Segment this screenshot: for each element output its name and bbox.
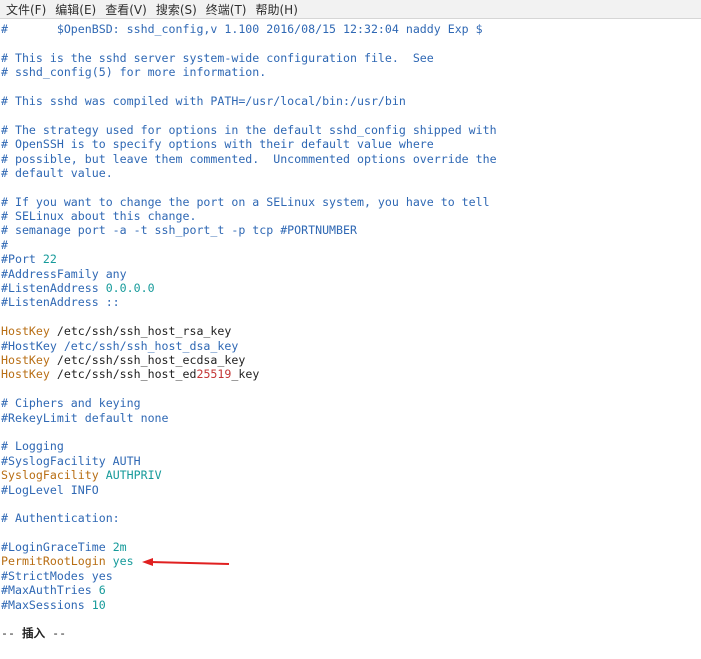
text-line: #StrictModes yes xyxy=(1,569,701,583)
text-line: #ListenAddress :: xyxy=(1,295,701,309)
text-line: #HostKey /etc/ssh/ssh_host_dsa_key xyxy=(1,339,701,353)
text-line: #MaxAuthTries 6 xyxy=(1,583,701,597)
text-segment: yes xyxy=(105,554,134,569)
text-segment: 0.0.0.0 xyxy=(105,281,155,296)
menu-file[interactable]: 文件(F) xyxy=(6,1,46,18)
text-line: #Port 22 xyxy=(1,252,701,266)
text-segment: -- xyxy=(1,626,22,641)
menu-bar: 文件(F) 编辑(E) 查看(V) 搜索(S) 终端(T) 帮助(H) xyxy=(0,0,701,19)
text-line: -- 插入 -- xyxy=(1,626,701,640)
text-segment: 25519 xyxy=(196,367,232,382)
text-line: #ListenAddress 0.0.0.0 xyxy=(1,281,701,295)
text-line: # $OpenBSD: sshd_config,v 1.100 2016/08/… xyxy=(1,22,701,36)
text-segment: #MaxAuthTries xyxy=(1,583,99,598)
text-segment: -- xyxy=(45,626,67,641)
menu-terminal[interactable]: 终端(T) xyxy=(206,1,247,18)
text-segment: # SELinux about this change. xyxy=(1,209,197,224)
text-segment: /etc/ssh/ssh_host_rsa_key xyxy=(49,324,232,339)
text-segment: #SyslogFacility AUTH xyxy=(1,453,141,468)
text-line: # sshd_config(5) for more information. xyxy=(1,65,701,79)
text-line: # Logging xyxy=(1,439,701,453)
text-segment: # $OpenBSD: sshd_config,v 1.100 2016/08/… xyxy=(1,22,483,36)
text-line: # The strategy used for options in the d… xyxy=(1,123,701,137)
empty-line xyxy=(1,80,701,94)
text-line: # default value. xyxy=(1,166,701,180)
text-segment: # sshd_config(5) for more information. xyxy=(1,65,267,80)
text-line: # This is the sshd server system-wide co… xyxy=(1,51,701,65)
text-line: # SELinux about this change. xyxy=(1,209,701,223)
empty-line xyxy=(1,526,701,540)
text-line: # xyxy=(1,238,701,252)
text-line: #AddressFamily any xyxy=(1,267,701,281)
text-segment: /etc/ssh/ssh_host_ecdsa_key xyxy=(49,352,246,367)
menu-search[interactable]: 搜索(S) xyxy=(156,1,197,18)
text-segment: # If you want to change the port on a SE… xyxy=(1,194,490,209)
text-segment: # semanage port -a -t ssh_port_t -p tcp … xyxy=(1,223,357,238)
text-segment: AUTHPRIV xyxy=(98,468,162,483)
text-segment: # possible, but leave them commented. Un… xyxy=(1,151,497,166)
text-line: # possible, but leave them commented. Un… xyxy=(1,152,701,166)
text-line: #MaxSessions 10 xyxy=(1,598,701,612)
text-segment: PermitRootLogin xyxy=(1,554,106,569)
empty-line xyxy=(1,180,701,194)
empty-line xyxy=(1,497,701,511)
text-segment: #LogLevel INFO xyxy=(1,482,99,497)
empty-line xyxy=(1,425,701,439)
text-segment: # xyxy=(1,237,8,252)
menu-edit[interactable]: 编辑(E) xyxy=(55,1,96,18)
text-segment: # Authentication: xyxy=(1,511,120,526)
text-segment: 10 xyxy=(91,597,106,612)
empty-line xyxy=(1,36,701,50)
text-segment: #AddressFamily any xyxy=(1,266,127,281)
text-line: #LoginGraceTime 2m xyxy=(1,540,701,554)
text-line: # semanage port -a -t ssh_port_t -p tcp … xyxy=(1,223,701,237)
text-segment: #LoginGraceTime xyxy=(1,540,113,555)
text-segment: #StrictModes yes xyxy=(1,568,113,583)
text-line: HostKey /etc/ssh/ssh_host_rsa_key xyxy=(1,324,701,338)
text-line: # Authentication: xyxy=(1,511,701,525)
text-segment: #ListenAddress :: xyxy=(1,295,120,310)
text-segment: # OpenSSH is to specify options with the… xyxy=(1,137,434,152)
menu-view[interactable]: 查看(V) xyxy=(105,1,147,18)
text-line: SyslogFacility AUTHPRIV xyxy=(1,468,701,482)
text-segment: # This sshd was compiled with PATH=/usr/… xyxy=(1,93,406,108)
text-segment: 6 xyxy=(98,583,106,598)
empty-line xyxy=(1,612,701,626)
terminal-editor[interactable]: # $OpenBSD: sshd_config,v 1.100 2016/08/… xyxy=(0,19,701,641)
text-line: PermitRootLogin yes xyxy=(1,554,701,568)
file-content: # $OpenBSD: sshd_config,v 1.100 2016/08/… xyxy=(1,22,701,641)
text-segment: HostKey xyxy=(1,324,50,339)
text-segment: _key xyxy=(231,367,260,382)
text-segment: HostKey xyxy=(1,352,50,367)
text-segment: #RekeyLimit default none xyxy=(1,410,169,425)
text-line: # OpenSSH is to specify options with the… xyxy=(1,137,701,151)
empty-line xyxy=(1,108,701,122)
text-segment: /etc/ssh/ssh_host_ed xyxy=(49,367,197,382)
text-segment: # Logging xyxy=(1,439,64,454)
text-line: #LogLevel INFO xyxy=(1,483,701,497)
text-segment: 2m xyxy=(112,540,127,555)
text-segment: #MaxSessions xyxy=(1,597,92,612)
text-line: HostKey /etc/ssh/ssh_host_ed25519_key xyxy=(1,367,701,381)
text-line: #RekeyLimit default none xyxy=(1,411,701,425)
text-segment: 插入 xyxy=(21,626,46,641)
text-segment: SyslogFacility xyxy=(1,468,99,483)
text-segment: #Port xyxy=(1,252,43,267)
text-segment: #HostKey /etc/ssh/ssh_host_dsa_key xyxy=(1,338,239,353)
text-segment: # default value. xyxy=(1,165,113,180)
menu-help[interactable]: 帮助(H) xyxy=(256,1,298,18)
empty-line xyxy=(1,310,701,324)
text-segment: # The strategy used for options in the d… xyxy=(1,122,497,137)
text-segment: # Ciphers and keying xyxy=(1,396,141,411)
text-segment: #ListenAddress xyxy=(1,281,106,296)
text-line: #SyslogFacility AUTH xyxy=(1,454,701,468)
text-line: # Ciphers and keying xyxy=(1,396,701,410)
text-line: HostKey /etc/ssh/ssh_host_ecdsa_key xyxy=(1,353,701,367)
text-line: # If you want to change the port on a SE… xyxy=(1,195,701,209)
empty-line xyxy=(1,382,701,396)
text-segment: # This is the sshd server system-wide co… xyxy=(1,50,434,65)
text-segment: 22 xyxy=(42,252,57,267)
text-segment: HostKey xyxy=(1,367,50,382)
text-line: # This sshd was compiled with PATH=/usr/… xyxy=(1,94,701,108)
